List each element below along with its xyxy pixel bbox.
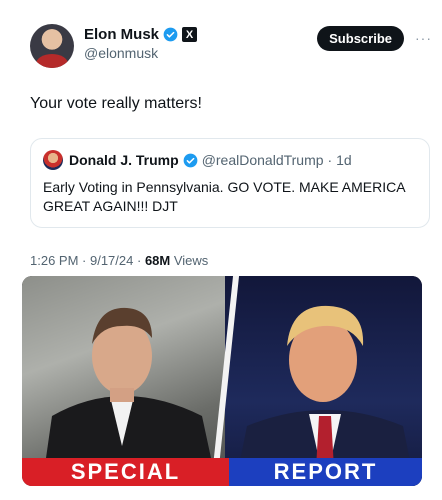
tweet-time[interactable]: 1:26 PM: [30, 253, 78, 268]
tweet-meta: 1:26 PM · 9/17/24 · 68M Views: [30, 253, 208, 268]
person-left-illustration: [42, 307, 217, 486]
quoted-tweet[interactable]: Donald J. Trump @realDonaldTrump · 1d Ea…: [30, 138, 430, 228]
quoted-text: Early Voting in Pennsylvania. GO VOTE. M…: [43, 179, 405, 214]
author-handle[interactable]: @elonmusk: [84, 45, 197, 61]
tweet-date[interactable]: · 9/17/24 ·: [82, 253, 141, 268]
tweet-text: Your vote really matters!: [30, 95, 202, 112]
media-image[interactable]: SPECIAL REPORT: [22, 276, 422, 486]
subscribe-button[interactable]: Subscribe: [317, 26, 404, 51]
author-name[interactable]: Elon Musk: [84, 26, 159, 43]
verified-badge-icon: [163, 27, 178, 42]
avatar[interactable]: [30, 24, 74, 68]
special-report-banner: SPECIAL REPORT: [22, 458, 422, 486]
x-logo-icon: X: [182, 27, 198, 42]
photo-right: [225, 276, 422, 486]
more-options-icon[interactable]: ···: [415, 30, 432, 46]
quoted-avatar: [43, 150, 63, 170]
banner-report: REPORT: [229, 458, 422, 486]
person-right-illustration: [235, 305, 415, 486]
quoted-author-row: Donald J. Trump @realDonaldTrump · 1d: [43, 150, 417, 170]
name-row: Elon Musk X: [84, 26, 198, 43]
quoted-author-handle: @realDonaldTrump: [201, 152, 324, 168]
views-label: Views: [173, 253, 209, 268]
quoted-time: · 1d: [327, 152, 352, 168]
tweet-header: Elon Musk X @elonmusk Subscribe ···: [30, 22, 432, 70]
photo-left: [22, 276, 225, 486]
banner-special: SPECIAL: [22, 458, 229, 486]
quoted-author-name: Donald J. Trump: [69, 152, 179, 168]
author-block: Elon Musk X @elonmusk: [84, 26, 198, 61]
verified-badge-icon: [183, 153, 198, 167]
views-count: 68M: [144, 253, 171, 268]
